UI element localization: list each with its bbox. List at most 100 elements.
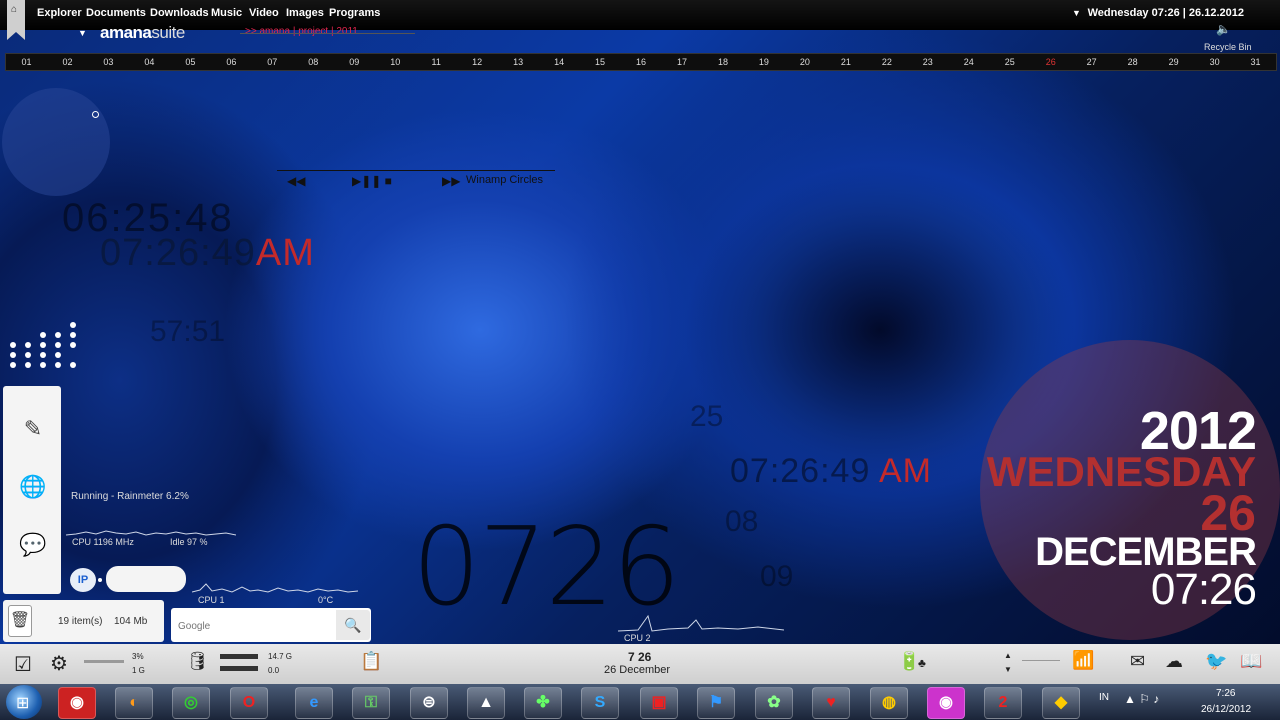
skype-icon[interactable]: S xyxy=(581,687,619,719)
clover-icon[interactable]: ✤ xyxy=(524,687,562,719)
brand-light: suite xyxy=(151,23,185,42)
previous-track-icon[interactable]: ◀◀ xyxy=(287,174,305,188)
day-30[interactable]: 30 xyxy=(1194,54,1235,70)
day-18[interactable]: 18 xyxy=(702,54,743,70)
digital-clock-time: 07:26:49 xyxy=(100,232,256,274)
book-icon[interactable]: 📖 xyxy=(1240,651,1262,672)
ip-badge[interactable]: IP xyxy=(70,568,96,592)
play-pause-stop-icon[interactable]: ▶❚❚ ■ xyxy=(352,174,392,188)
disk-used: 0.0 xyxy=(268,666,280,675)
day-19[interactable]: 19 xyxy=(743,54,784,70)
wallpaper-icon[interactable]: ◉ xyxy=(927,687,965,719)
chat-icon[interactable]: 💬 xyxy=(18,530,48,560)
volume-up-icon[interactable]: ▲ xyxy=(1004,651,1012,660)
rocket-icon[interactable]: ◍ xyxy=(870,687,908,719)
chrome-icon[interactable]: ◎ xyxy=(172,687,210,719)
opera-icon[interactable]: O xyxy=(230,687,268,719)
day-27[interactable]: 27 xyxy=(1071,54,1112,70)
digital-clock: 07:26:49AM xyxy=(100,232,315,275)
gear-icon[interactable]: ⚙ xyxy=(50,651,68,676)
day-08[interactable]: 08 xyxy=(293,54,334,70)
day-25[interactable]: 25 xyxy=(989,54,1030,70)
aimp-icon[interactable]: ▲ xyxy=(467,687,505,719)
tray-time[interactable]: 7:26 xyxy=(1216,688,1235,699)
dot xyxy=(70,362,76,368)
windows-logo-icon: ⊞ xyxy=(16,695,30,712)
day-17[interactable]: 17 xyxy=(662,54,703,70)
home-flag-icon[interactable]: ⌂ xyxy=(7,0,25,40)
search-icon[interactable]: 🔍 xyxy=(336,610,370,640)
day-07[interactable]: 07 xyxy=(252,54,293,70)
day-11[interactable]: 11 xyxy=(416,54,457,70)
day-15[interactable]: 15 xyxy=(580,54,621,70)
menu-video[interactable]: Video xyxy=(249,7,279,19)
drive-icon[interactable]: 🛢 xyxy=(186,651,209,672)
flag-app-icon[interactable]: ⚑ xyxy=(697,687,735,719)
day-12[interactable]: 12 xyxy=(457,54,498,70)
dot xyxy=(55,342,61,348)
trash-icon[interactable]: 🗑 xyxy=(8,605,32,637)
menu-documents[interactable]: Documents xyxy=(86,7,146,19)
keys-icon[interactable]: ⚿ xyxy=(352,687,390,719)
day-strip: 01 02 03 04 05 06 07 08 09 10 11 12 13 14 15 16 17 18 19 20… xyxy=(5,53,1277,71)
globe-icon[interactable]: 🌐 xyxy=(18,472,48,502)
menu-downloads[interactable]: Downloads xyxy=(150,7,209,19)
day-29[interactable]: 29 xyxy=(1153,54,1194,70)
mail-icon[interactable]: ✉ xyxy=(1130,651,1145,672)
task-icon[interactable]: ▣ xyxy=(640,687,678,719)
gallery-icon[interactable]: ✿ xyxy=(755,687,793,719)
day-05[interactable]: 05 xyxy=(170,54,211,70)
day-28[interactable]: 28 xyxy=(1112,54,1153,70)
dot xyxy=(40,362,46,368)
menu-images[interactable]: Images xyxy=(286,7,324,19)
search-input[interactable] xyxy=(176,613,336,639)
day-03[interactable]: 03 xyxy=(88,54,129,70)
steam-icon[interactable]: ⊜ xyxy=(410,687,448,719)
tray-date[interactable]: 26/12/2012 xyxy=(1201,704,1251,715)
bird-icon[interactable]: 🐦 xyxy=(1205,651,1227,672)
datetime-dropdown-icon[interactable]: ▼ xyxy=(1072,8,1081,18)
menu-music[interactable]: Music xyxy=(211,7,242,19)
volume-down-icon[interactable]: ▼ xyxy=(1004,665,1012,674)
checkbox-icon[interactable]: ☑ xyxy=(14,652,32,677)
next-track-icon[interactable]: ▶▶ xyxy=(442,174,460,188)
clipboard-icon[interactable]: 📋 xyxy=(360,651,382,672)
day-02[interactable]: 02 xyxy=(47,54,88,70)
day-16[interactable]: 16 xyxy=(621,54,662,70)
day-06[interactable]: 06 xyxy=(211,54,252,70)
pencil-icon[interactable]: ✎ xyxy=(18,414,48,444)
day-20[interactable]: 20 xyxy=(784,54,825,70)
day-31[interactable]: 31 xyxy=(1235,54,1276,70)
day-14[interactable]: 14 xyxy=(539,54,580,70)
recycle-size: 104 Mb xyxy=(114,616,148,627)
day-23[interactable]: 23 xyxy=(907,54,948,70)
day-09[interactable]: 09 xyxy=(334,54,375,70)
memory-value: 1 G xyxy=(132,666,145,675)
menu-explorer[interactable]: Explorer xyxy=(37,7,82,19)
heart-icon[interactable]: ♥ xyxy=(812,687,850,719)
wifi-icon[interactable]: 📶 xyxy=(1072,650,1094,671)
day-26[interactable]: 26 xyxy=(1030,54,1071,70)
speaker-icon[interactable]: 🔈 xyxy=(1216,22,1231,36)
menu-programs[interactable]: Programs xyxy=(329,7,380,19)
day-04[interactable]: 04 xyxy=(129,54,170,70)
day-21[interactable]: 21 xyxy=(825,54,866,70)
ccleaner-icon[interactable]: ◉ xyxy=(58,687,96,719)
day-01[interactable]: 01 xyxy=(6,54,47,70)
weather-icon[interactable]: ☁ xyxy=(1165,651,1183,672)
volume-bar[interactable] xyxy=(1022,660,1060,661)
tray-icons[interactable]: ▲ ⚐ ♪ xyxy=(1124,692,1159,706)
games-icon[interactable]: ◆ xyxy=(1042,687,1080,719)
firefox-icon[interactable]: ◐ xyxy=(115,687,153,719)
language-indicator[interactable]: IN xyxy=(1099,692,1109,703)
day-13[interactable]: 13 xyxy=(498,54,539,70)
day-10[interactable]: 10 xyxy=(375,54,416,70)
internet-explorer-icon[interactable]: e xyxy=(295,687,333,719)
day-22[interactable]: 22 xyxy=(866,54,907,70)
counter-icon[interactable]: 2 xyxy=(984,687,1022,719)
recycle-bin-label[interactable]: Recycle Bin xyxy=(1204,42,1252,52)
day-24[interactable]: 24 xyxy=(948,54,989,70)
dot xyxy=(70,342,76,348)
brand-dropdown-icon[interactable]: ▼ xyxy=(78,28,87,38)
disk-bar-total xyxy=(220,654,258,659)
